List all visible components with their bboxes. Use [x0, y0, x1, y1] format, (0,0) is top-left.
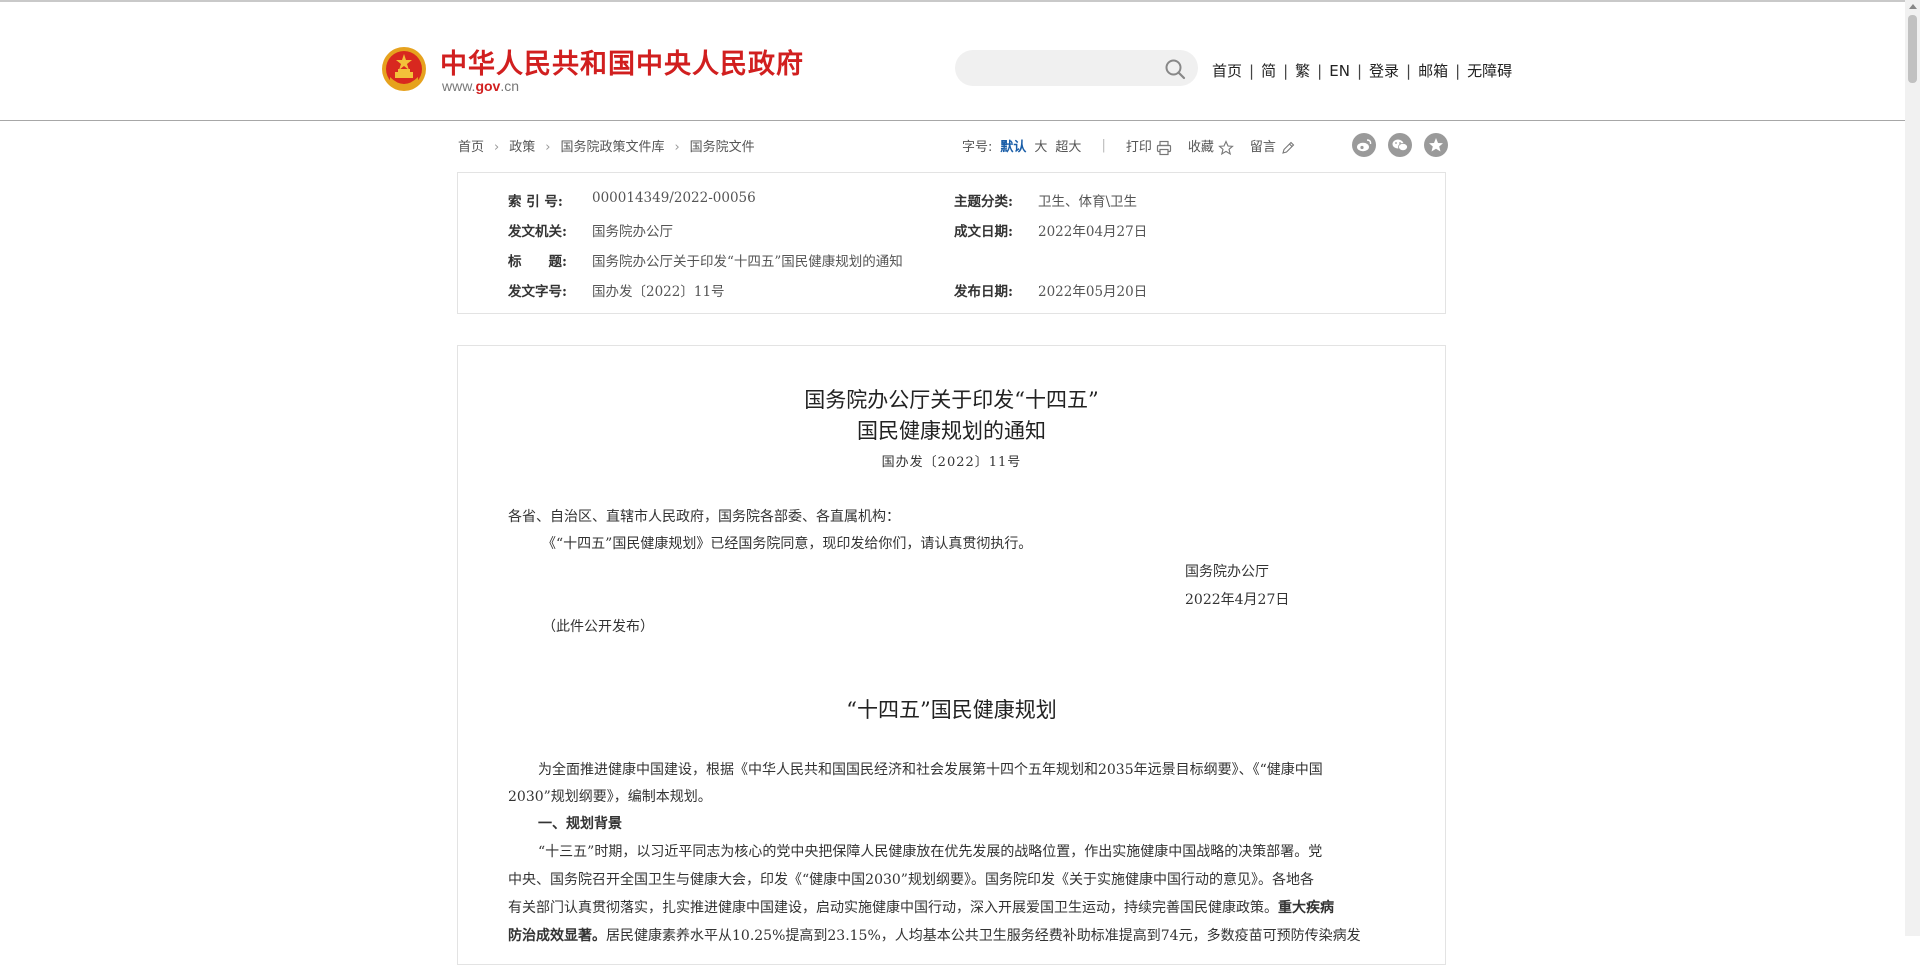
- sign-date: 2022年4月27日: [1185, 592, 1290, 608]
- print-label: 打印: [1125, 140, 1152, 155]
- nav-home[interactable]: 首页: [1212, 62, 1242, 80]
- publish-date-label: 发布日期:: [954, 284, 1013, 300]
- nav-separator: |: [1356, 62, 1362, 80]
- comment-button[interactable]: 留言: [1250, 136, 1296, 156]
- font-large-button[interactable]: 大: [1034, 136, 1047, 155]
- nav-separator: |: [1317, 62, 1323, 80]
- issuer-value: 国务院办公厅: [592, 224, 673, 240]
- topic-value: 卫生、体育\卫生: [1038, 194, 1138, 210]
- star-icon: [1217, 139, 1234, 155]
- issuer-label: 发文机关:: [508, 224, 567, 240]
- signer: 国务院办公厅: [1185, 564, 1269, 580]
- doc-no-value: 国办发〔2022〕11号: [592, 284, 725, 300]
- weibo-share-button[interactable]: [1352, 133, 1376, 157]
- favorite-button[interactable]: 收藏: [1188, 136, 1234, 156]
- tools-divider: |: [1101, 138, 1106, 154]
- article-tools: 字号: 默认 大 超大 | 打印 收藏 留言: [962, 136, 1296, 156]
- nav-separator: |: [1455, 62, 1461, 80]
- font-xlarge-button[interactable]: 超大: [1055, 136, 1081, 155]
- nav-separator: |: [1283, 62, 1289, 80]
- paragraph-line-4-bold: 防治成效显著。: [508, 928, 606, 944]
- site-url-prefix: www.: [442, 78, 476, 94]
- plan-title: “十四五”国民健康规划: [846, 698, 1057, 722]
- nav-login[interactable]: 登录: [1369, 62, 1399, 80]
- nav-separator: |: [1249, 62, 1255, 80]
- title-value: 国务院办公厅关于印发“十四五”国民健康规划的通知: [592, 254, 903, 270]
- paragraph-line-4-text: 居民健康素养水平从10.25%提高到23.15%，人均基本公共卫生服务经费补助标…: [606, 928, 1361, 944]
- addressee: 各省、自治区、直辖市人民政府，国务院各部委、各直属机构：: [508, 509, 900, 525]
- paragraph-line-3-text: 有关部门认真贯彻落实，扎实推进健康中国建设，启动实施健康中国行动，深入开展爱国卫…: [508, 900, 1278, 916]
- search-box: [955, 50, 1198, 86]
- breadcrumb-state-council-docs[interactable]: 国务院文件: [690, 140, 755, 155]
- scroll-up-arrow-icon[interactable]: [1909, 4, 1917, 9]
- vertical-scrollbar[interactable]: [1905, 0, 1920, 936]
- breadcrumb: 首页 › 政策 › 国务院政策文件库 › 国务院文件: [458, 136, 755, 155]
- nav-separator: |: [1406, 62, 1412, 80]
- paragraph-line-3: 有关部门认真贯彻落实，扎实推进健康中国建设，启动实施健康中国行动，深入开展爱国卫…: [508, 897, 1334, 917]
- nav-english[interactable]: EN: [1329, 62, 1350, 80]
- date-written-value: 2022年04月27日: [1038, 224, 1148, 240]
- chevron-right-icon: ›: [494, 140, 500, 155]
- breadcrumb-policy-library[interactable]: 国务院政策文件库: [560, 140, 664, 155]
- site-title[interactable]: 中华人民共和国中央人民政府: [440, 42, 804, 81]
- print-button[interactable]: 打印: [1126, 136, 1172, 156]
- favorite-label: 收藏: [1187, 140, 1214, 155]
- date-written-label: 成文日期:: [954, 224, 1013, 240]
- wechat-icon: [1392, 139, 1408, 151]
- comment-label: 留言: [1249, 140, 1276, 155]
- chevron-right-icon: ›: [674, 140, 680, 155]
- printer-icon: [1156, 140, 1171, 155]
- paragraph-line-3-bold: 重大疾病: [1278, 900, 1334, 916]
- breadcrumb-home[interactable]: 首页: [458, 140, 484, 155]
- site-url-brand: gov: [475, 78, 501, 94]
- pencil-icon: [1282, 141, 1295, 154]
- breadcrumb-policy[interactable]: 政策: [509, 140, 535, 155]
- wechat-share-button[interactable]: [1388, 133, 1412, 157]
- font-size-label: 字号:: [962, 140, 993, 156]
- index-label: 索 引 号:: [508, 194, 563, 210]
- topic-label: 主题分类:: [954, 194, 1013, 210]
- nav-traditional[interactable]: 繁: [1295, 62, 1310, 80]
- paragraph-line-1: “十三五”时期，以习近平同志为核心的党中央把保障人民健康放在优先发展的战略位置，…: [538, 844, 1323, 860]
- favorite-share-button[interactable]: [1424, 133, 1448, 157]
- document-title-line1: 国务院办公厅关于印发“十四五”: [804, 388, 1099, 412]
- doc-no-label: 发文字号:: [508, 284, 567, 300]
- national-emblem-icon[interactable]: [380, 45, 428, 95]
- paragraph-line-4: 防治成效显著。居民健康素养水平从10.25%提高到23.15%，人均基本公共卫生…: [508, 925, 1361, 945]
- search-input[interactable]: [971, 57, 1155, 81]
- nav-mail[interactable]: 邮箱: [1418, 62, 1448, 80]
- favorite-star-icon: [1429, 138, 1443, 152]
- title-label: 标 题:: [508, 254, 567, 270]
- document-body: 国务院办公厅关于印发“十四五” 国民健康规划的通知 国办发〔2022〕11号 各…: [457, 345, 1446, 965]
- font-default-button[interactable]: 默认: [1000, 136, 1026, 155]
- intro-line-1: 为全面推进健康中国建设，根据《中华人民共和国国民经济和社会发展第十四个五年规划和…: [538, 762, 1323, 778]
- paragraph-line-2: 中央、国务院召开全国卫生与健康大会，印发《“健康中国2030”规划纲要》。国务院…: [508, 872, 1314, 888]
- publish-date-value: 2022年05月20日: [1038, 284, 1148, 300]
- document-title-line2: 国民健康规划的通知: [857, 419, 1046, 443]
- chevron-right-icon: ›: [545, 140, 551, 155]
- index-value: 000014349/2022-00056: [592, 190, 756, 206]
- document-number: 国办发〔2022〕11号: [881, 455, 1022, 470]
- site-header: 中华人民共和国中央人民政府 www.gov.cn 首页 | 简 | 繁 | EN | 登录 | 邮箱…: [0, 2, 1905, 121]
- nav-accessibility[interactable]: 无障碍: [1467, 62, 1512, 80]
- top-nav: 首页 | 简 | 繁 | EN | 登录 | 邮箱 | 无障碍: [1212, 60, 1512, 81]
- nav-simplified[interactable]: 简: [1261, 62, 1276, 80]
- site-url-suffix: .cn: [500, 78, 520, 94]
- public-note: （此件公开发布）: [542, 619, 654, 635]
- search-icon[interactable]: [1164, 58, 1186, 80]
- intro-line-2: 2030”规划纲要》，编制本规划。: [508, 789, 712, 805]
- scrollbar-thumb[interactable]: [1908, 15, 1917, 83]
- weibo-icon: [1357, 139, 1372, 152]
- section-heading-1: 一、规划背景: [538, 816, 622, 832]
- body-text: 《“十四五”国民健康规划》已经国务院同意，现印发给你们，请认真贯彻执行。: [542, 536, 1033, 552]
- document-metadata: 索 引 号: 000014349/2022-00056 主题分类: 卫生、体育\…: [457, 172, 1446, 314]
- site-url: www.gov.cn: [442, 78, 519, 94]
